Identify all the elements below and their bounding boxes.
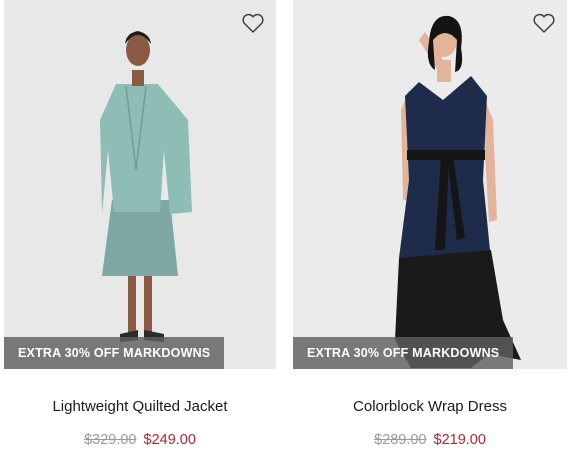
original-price: $329.00: [84, 432, 137, 448]
sale-price: $219.00: [433, 432, 486, 448]
product-image[interactable]: EXTRA 30% OFF MARKDOWNS: [4, 0, 276, 369]
original-price: $289.00: [374, 432, 427, 448]
promo-badge: EXTRA 30% OFF MARKDOWNS: [4, 337, 225, 369]
model-photo: [4, 0, 276, 369]
favorite-button[interactable]: [531, 10, 557, 36]
product-card[interactable]: EXTRA 30% OFF MARKDOWNS Lightweight Quil…: [4, 0, 276, 452]
sale-price: $249.00: [143, 432, 196, 448]
heart-outline-icon[interactable]: [240, 10, 266, 36]
model-photo: [293, 0, 567, 369]
product-title[interactable]: Lightweight Quilted Jacket: [4, 398, 276, 415]
product-title[interactable]: Colorblock Wrap Dress: [293, 398, 567, 415]
heart-outline-icon[interactable]: [531, 10, 557, 36]
product-image[interactable]: EXTRA 30% OFF MARKDOWNS: [293, 0, 567, 369]
promo-badge: EXTRA 30% OFF MARKDOWNS: [293, 337, 514, 369]
favorite-button[interactable]: [240, 10, 266, 36]
price-block: $329.00 $249.00: [4, 432, 276, 448]
product-card[interactable]: EXTRA 30% OFF MARKDOWNS Colorblock Wrap …: [293, 0, 567, 452]
price-block: $289.00 $219.00: [293, 432, 567, 448]
